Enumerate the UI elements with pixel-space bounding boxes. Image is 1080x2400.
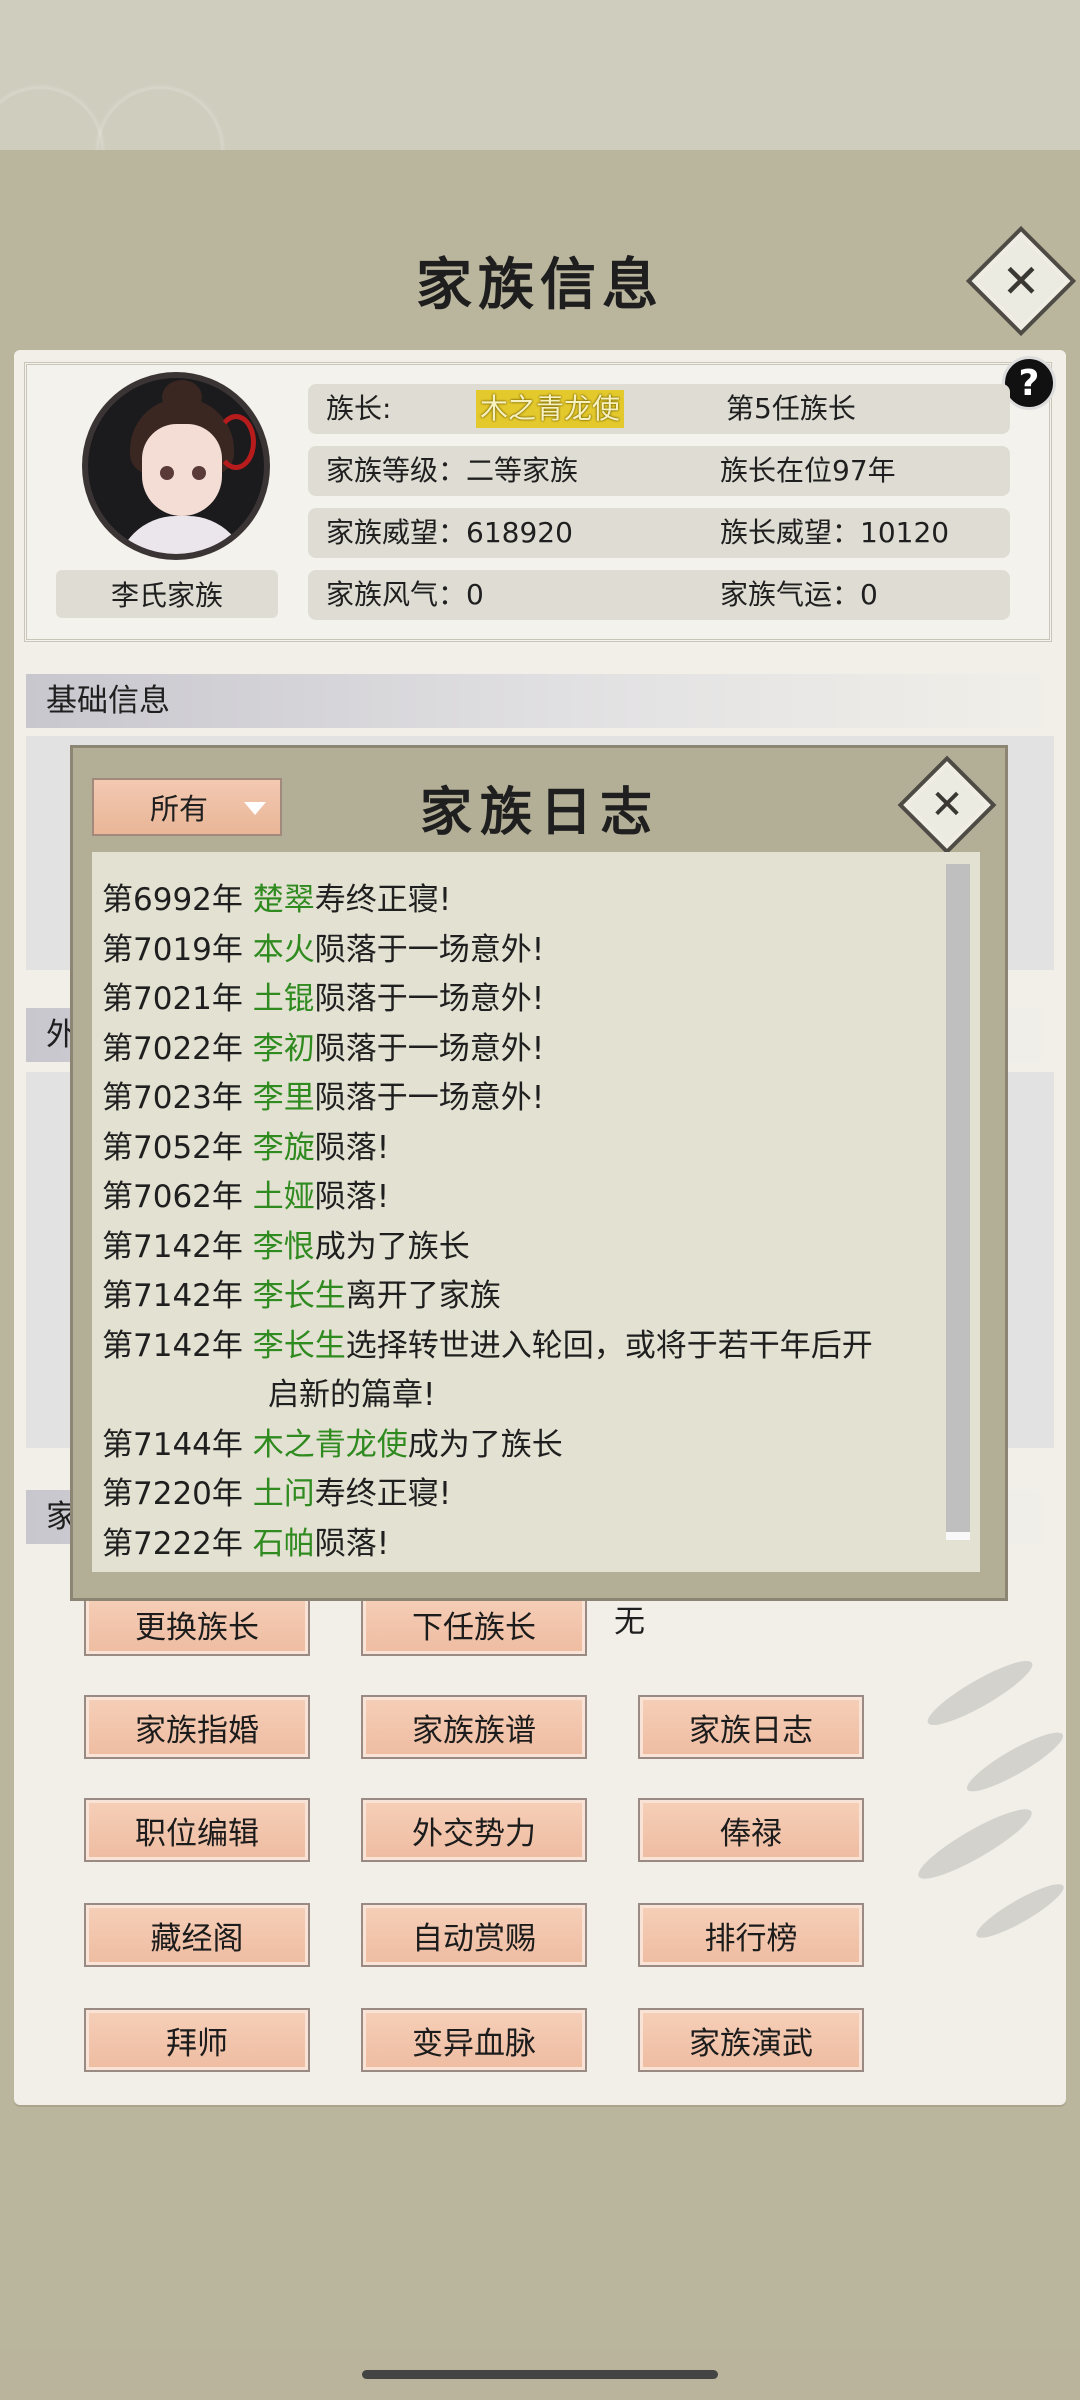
log-dialog-title: 家族日志 bbox=[419, 782, 660, 843]
leader-tenure: 族长在位97年 bbox=[720, 454, 896, 487]
chevron-down-icon bbox=[244, 802, 266, 815]
log-entry: 第7022年 李初陨落于一场意外! bbox=[102, 1030, 545, 1067]
family-level: 家族等级：二等家族 bbox=[326, 454, 579, 487]
log-entry: 第7222年 石帕陨落! bbox=[102, 1525, 390, 1562]
top-decoration bbox=[0, 0, 1080, 156]
change-leader-button[interactable]: 更换族长 bbox=[84, 1592, 310, 1656]
next-leader-value: 无 bbox=[614, 1604, 645, 1640]
auto-reward-button[interactable]: 自动赏赐 bbox=[361, 1903, 587, 1967]
family-prestige: 家族威望：618920 bbox=[326, 516, 573, 549]
leader-label: 族长: bbox=[326, 392, 392, 425]
prestige-row: 家族威望：618920 族长威望：10120 bbox=[308, 508, 1010, 558]
leader-name[interactable]: 木之青龙使 bbox=[476, 390, 625, 428]
close-icon: ✕ bbox=[930, 782, 964, 828]
log-list[interactable]: 第6992年 楚翠寿终正寝! 第7019年 本火陨落于一场意外! 第7021年 … bbox=[102, 876, 948, 1566]
apprentice-button[interactable]: 拜师 bbox=[84, 2008, 310, 2072]
leader-rank: 第5任族长 bbox=[726, 392, 856, 425]
close-icon: ✕ bbox=[1001, 254, 1041, 308]
scripture-pavilion-button[interactable]: 藏经阁 bbox=[84, 1903, 310, 1967]
position-edit-button[interactable]: 职位编辑 bbox=[84, 1798, 310, 1862]
log-entry: 第7023年 李里陨落于一场意外! bbox=[102, 1080, 545, 1116]
log-entry: 第7142年 李恨成为了族长 bbox=[102, 1228, 470, 1265]
log-entry: 第7021年 土锟陨落于一场意外! bbox=[102, 981, 545, 1017]
log-entry: 第7142年 李长生离开了家族 bbox=[102, 1278, 501, 1314]
family-name-label: 李氏家族 bbox=[56, 570, 278, 618]
avatar-eye bbox=[160, 466, 174, 480]
log-scrollbar-thumb[interactable] bbox=[946, 1532, 970, 1540]
next-leader-button[interactable]: 下任族长 bbox=[361, 1592, 587, 1656]
family-fortune: 家族气运：0 bbox=[720, 578, 878, 611]
leader-prestige: 族长威望：10120 bbox=[720, 516, 950, 549]
level-row: 家族等级：二等家族 族长在位97年 bbox=[308, 446, 1010, 496]
window-title: 家族信息 bbox=[416, 252, 664, 318]
family-culture: 家族风气：0 bbox=[326, 578, 484, 611]
diplomacy-button[interactable]: 外交势力 bbox=[361, 1798, 587, 1862]
avatar-hair-bun bbox=[162, 380, 202, 414]
family-log-button[interactable]: 家族日志 bbox=[638, 1695, 864, 1759]
home-indicator[interactable] bbox=[362, 2370, 718, 2379]
log-filter-value: 所有 bbox=[150, 792, 209, 826]
leader-avatar[interactable] bbox=[82, 372, 270, 560]
mutant-bloodline-button[interactable]: 变异血脉 bbox=[361, 2008, 587, 2072]
salary-button[interactable]: 俸禄 bbox=[638, 1798, 864, 1862]
family-martial-button[interactable]: 家族演武 bbox=[638, 2008, 864, 2072]
help-icon[interactable]: ? bbox=[1002, 356, 1056, 410]
log-entry: 第7062年 土娅陨落! bbox=[102, 1179, 390, 1215]
ranking-button[interactable]: 排行榜 bbox=[638, 1903, 864, 1967]
section-basic-info: 基础信息 bbox=[26, 674, 1054, 728]
log-entry: 第7142年 李长生选择转世进入轮回，或将于若干年后开 启新的篇章! bbox=[102, 1327, 873, 1414]
avatar-ribbon bbox=[216, 414, 256, 470]
avatar-eye bbox=[192, 466, 206, 480]
culture-row: 家族风气：0 家族气运：0 bbox=[308, 570, 1010, 620]
bamboo-decoration bbox=[900, 1651, 1080, 1980]
avatar-robe bbox=[116, 516, 248, 554]
log-entry: 第7144年 木之青龙使成为了族长 bbox=[102, 1426, 563, 1463]
log-scrollbar[interactable] bbox=[946, 864, 970, 1540]
avatar-face bbox=[142, 424, 222, 516]
family-marriage-button[interactable]: 家族指婚 bbox=[84, 1695, 310, 1759]
log-filter-dropdown[interactable]: 所有 bbox=[92, 778, 282, 836]
log-entry: 第7220年 土问寿终正寝! bbox=[102, 1476, 452, 1512]
leader-row: 族长: 木之青龙使 第5任族长 bbox=[308, 384, 1010, 434]
family-tree-button[interactable]: 家族族谱 bbox=[361, 1695, 587, 1759]
log-entry: 第7052年 李旋陨落! bbox=[102, 1129, 390, 1166]
log-entry: 第7019年 本火陨落于一场意外! bbox=[102, 931, 545, 968]
log-entry: 第6992年 楚翠寿终正寝! bbox=[102, 882, 452, 918]
